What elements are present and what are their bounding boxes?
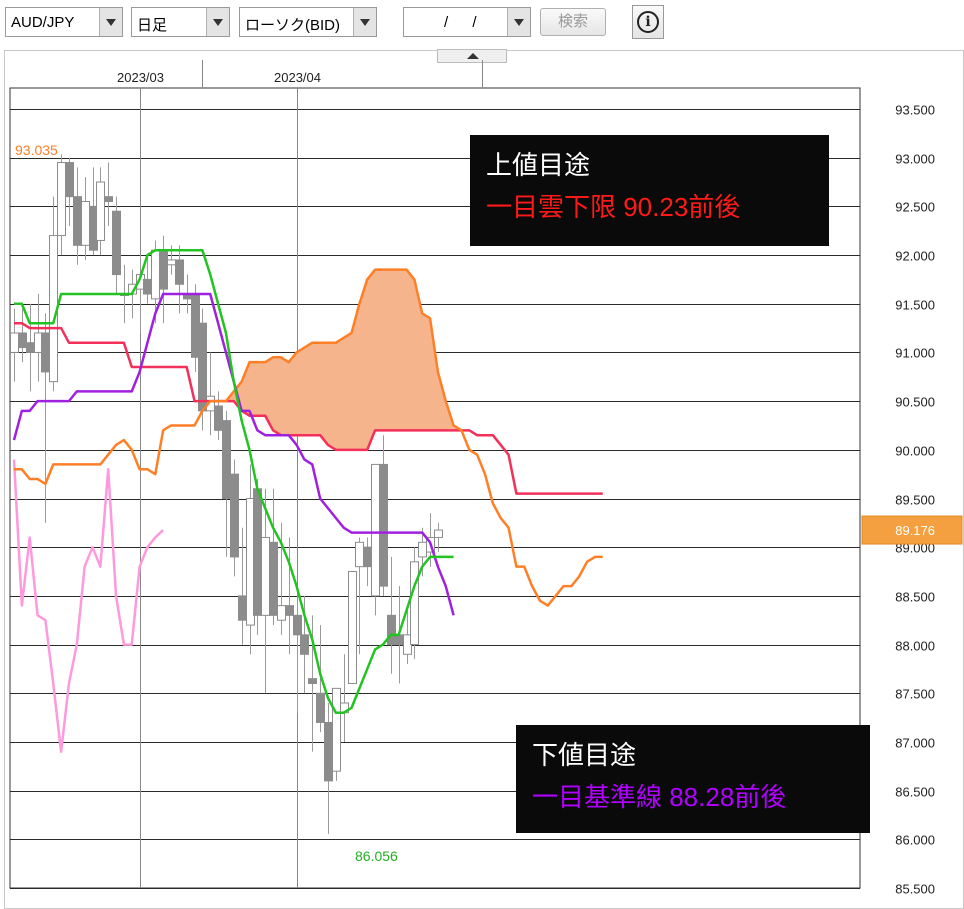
y-tick-label: 90.500 — [895, 395, 935, 410]
y-tick-label: 91.000 — [895, 346, 935, 361]
y-tick-label: 93.000 — [895, 152, 935, 167]
candle-body-up — [57, 162, 66, 237]
y-tick-label: 86.500 — [895, 785, 935, 800]
candle-body-down — [143, 278, 152, 295]
y-tick-label: 87.000 — [895, 736, 935, 751]
y-tick-label: 89.500 — [895, 493, 935, 508]
candle — [348, 571, 357, 685]
upper-target-title: 上値目途 — [486, 150, 591, 180]
candle — [332, 687, 341, 781]
candle-body-down — [316, 692, 325, 723]
lower-target-text: 一目基準線 88.28前後 — [532, 782, 787, 812]
y-tick-label: 87.500 — [895, 687, 935, 702]
candle-body-up — [371, 463, 380, 597]
candle-body-down — [363, 546, 372, 568]
candle-body-down — [26, 342, 35, 353]
y-tick-label: 92.500 — [895, 200, 935, 215]
candle-body-up — [277, 605, 286, 621]
candle — [371, 463, 380, 616]
candle-body-down — [112, 210, 121, 276]
candle-body-down — [18, 332, 27, 349]
lower-target-callout: 下値目途 一目基準線 88.28前後 — [516, 725, 870, 833]
candle-body-down — [285, 605, 294, 616]
candle-body-down — [238, 595, 247, 621]
candle-body-up — [151, 249, 160, 300]
y-tick-label: 93.500 — [895, 103, 935, 118]
y-tick-label: 88.500 — [895, 590, 935, 605]
high-price-label: 93.035 — [15, 142, 58, 158]
candle-body-down — [379, 463, 388, 587]
upper-target-callout: 上値目途 一目雲下限 90.23前後 — [470, 135, 829, 246]
candle — [410, 547, 419, 660]
candle-body-up — [167, 259, 176, 266]
current-price-label: 89.176 — [895, 523, 935, 538]
candle-body-up — [332, 687, 341, 772]
y-tick-label: 88.000 — [895, 639, 935, 654]
candle-body-up — [410, 561, 419, 646]
y-tick-label: 86.000 — [895, 833, 935, 848]
candle-body-up — [81, 201, 90, 246]
x-tick-label: 2023/03 — [117, 70, 164, 85]
candle-body-up — [418, 541, 427, 558]
x-tick-label: 2023/04 — [274, 70, 321, 85]
low-price-label: 86.056 — [355, 848, 398, 864]
candle-body-up — [434, 529, 443, 538]
candle-body-down — [324, 721, 333, 782]
candle-body-down — [300, 634, 309, 655]
candle-body-down — [73, 196, 82, 246]
y-tick-label: 90.000 — [895, 444, 935, 459]
candle-body-down — [175, 259, 184, 285]
y-tick-label: 91.500 — [895, 298, 935, 313]
lower-target-title: 下値目途 — [532, 740, 637, 770]
candle-body-up — [348, 571, 357, 685]
candle-body-down — [104, 196, 113, 203]
candle-body-down — [65, 162, 74, 198]
candle-body-up — [355, 541, 364, 568]
candle-body-down — [395, 634, 404, 646]
candle-body-down — [230, 473, 239, 558]
upper-target-text: 一目雲下限 90.23前後 — [486, 192, 741, 222]
candle-body-down — [222, 420, 231, 500]
candle-body-down — [293, 614, 302, 636]
candle-body-down — [214, 405, 223, 431]
candle-body-up — [261, 536, 270, 616]
candle-body-down — [253, 488, 262, 616]
candle-body-down — [308, 678, 317, 685]
candle-body-down — [387, 614, 396, 646]
candle-body-down — [41, 332, 50, 373]
y-tick-label: 92.000 — [895, 249, 935, 264]
candle-body-up — [96, 181, 105, 241]
candle-body-down — [159, 249, 168, 290]
candle-body-down — [198, 322, 207, 412]
candle-body-up — [10, 332, 19, 353]
candle — [253, 479, 262, 635]
y-tick-label: 85.500 — [895, 882, 935, 897]
candle-body-down — [269, 541, 278, 616]
